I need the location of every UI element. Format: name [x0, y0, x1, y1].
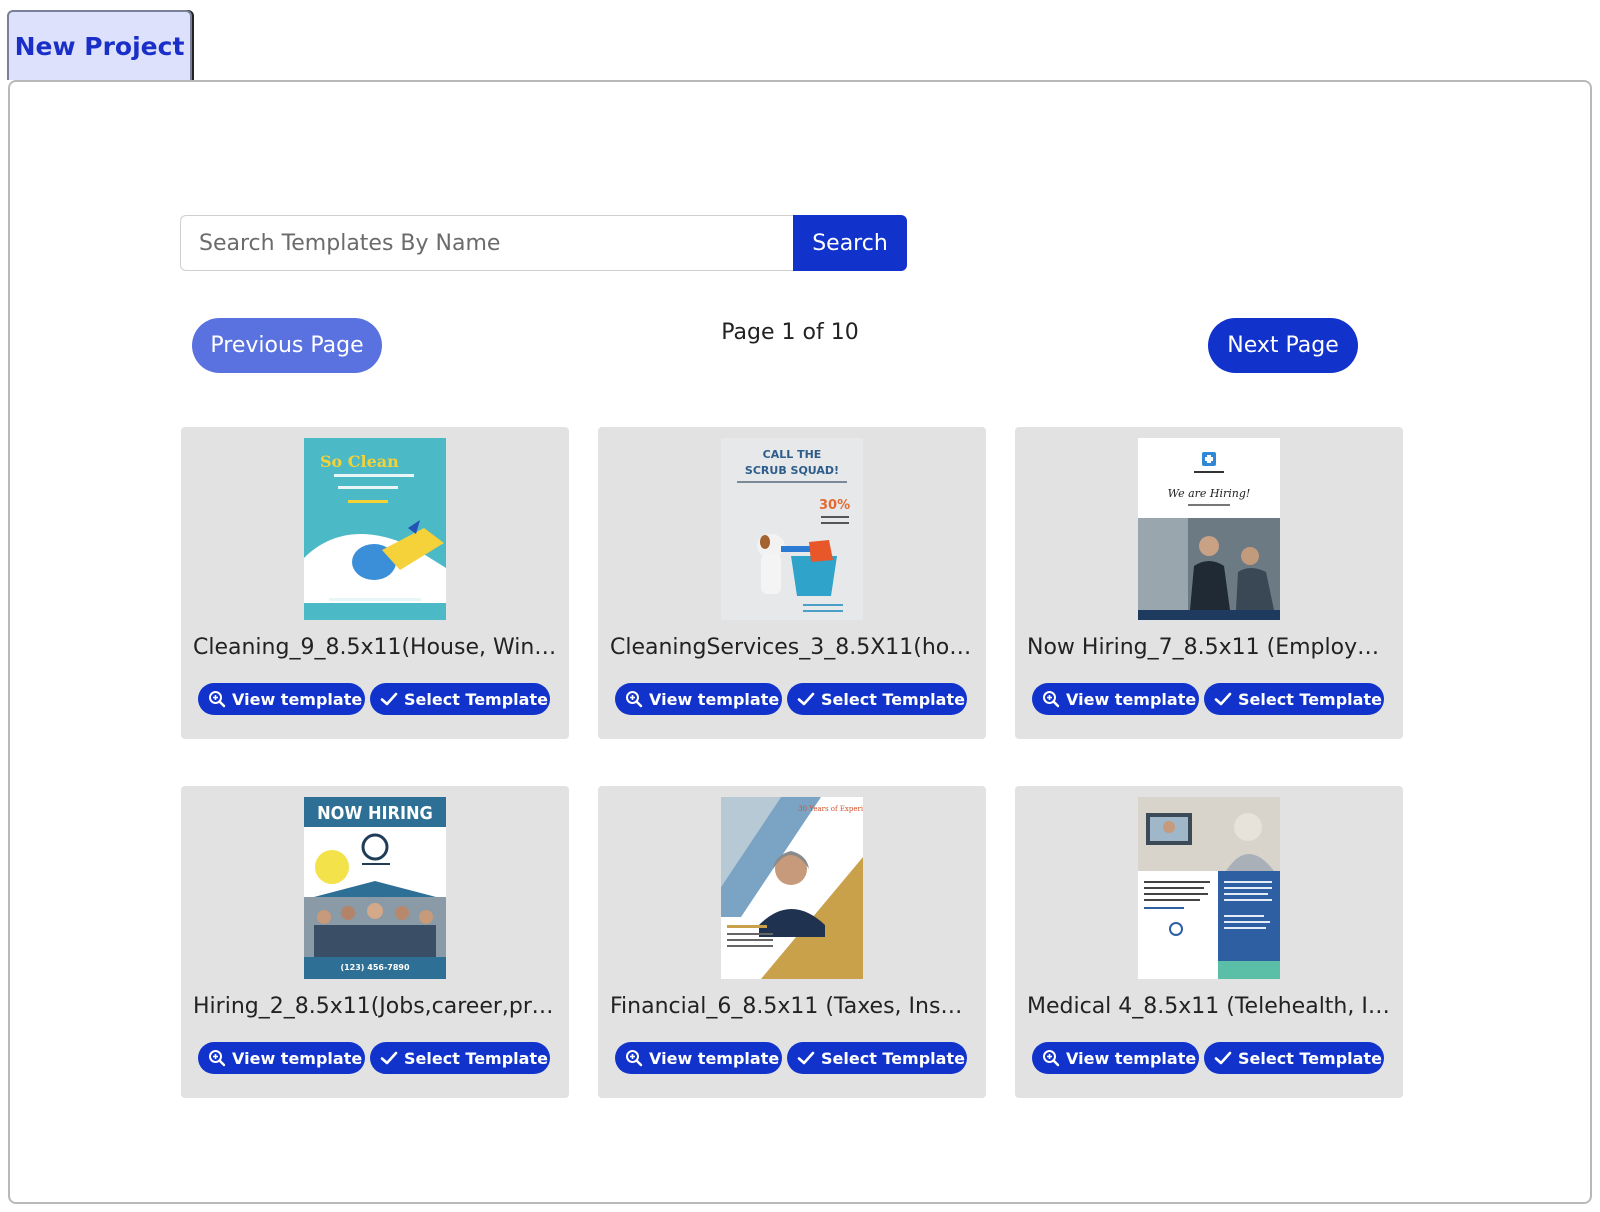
checkmark-icon	[797, 692, 815, 706]
thumb-heading: 30 Years of Experience	[798, 805, 863, 813]
template-card: CALL THE SCRUB SQUAD! 30% CleaningServic…	[598, 427, 986, 739]
template-title: Cleaning_9_8.5x11(House, Windows, Office…	[193, 635, 557, 660]
select-template-button[interactable]: Select Template	[787, 683, 967, 715]
select-template-label: Select Template	[404, 1048, 548, 1068]
template-title: Hiring_2_8.5x11(Jobs,career,professional…	[193, 994, 557, 1019]
thumb-badge: 30%	[819, 498, 850, 513]
thumb-heading: So Clean	[320, 452, 399, 471]
zoom-in-icon	[209, 1050, 226, 1067]
now-hiring-flyer-thumbnail[interactable]: NOW HIRING (123) 456-7890	[304, 797, 446, 979]
checkmark-icon	[380, 692, 398, 706]
select-template-label: Select Template	[1238, 689, 1382, 709]
zoom-in-icon	[1043, 1050, 1060, 1067]
zoom-in-icon	[626, 1050, 643, 1067]
next-page-button[interactable]: Next Page	[1208, 318, 1358, 373]
checkmark-icon	[1214, 692, 1232, 706]
template-card: Medical 4_8.5x11 (Telehealth, Insurance,…	[1015, 786, 1403, 1098]
select-template-label: Select Template	[1238, 1048, 1382, 1068]
select-template-button[interactable]: Select Template	[370, 683, 550, 715]
select-template-label: Select Template	[821, 689, 965, 709]
view-template-label: View template	[232, 689, 363, 709]
template-title: Financial_6_8.5x11 (Taxes, Insurance, Fi…	[610, 994, 974, 1019]
card-actions: View template Select Template	[198, 1042, 550, 1074]
zoom-in-icon	[209, 691, 226, 708]
thumb-footer: (123) 456-7890	[340, 963, 410, 972]
view-template-button[interactable]: View template	[198, 1042, 365, 1074]
tab-new-project[interactable]: New Project	[7, 10, 192, 80]
svg-text:SCRUB SQUAD!: SCRUB SQUAD!	[745, 464, 839, 477]
card-actions: View template Select Template	[198, 683, 550, 715]
previous-page-button[interactable]: Previous Page	[192, 318, 382, 373]
svg-text:CALL THE: CALL THE	[763, 448, 822, 461]
zoom-in-icon	[626, 691, 643, 708]
view-template-button[interactable]: View template	[615, 683, 782, 715]
view-template-button[interactable]: View template	[198, 683, 365, 715]
telehealth-flyer-thumbnail[interactable]	[1138, 797, 1280, 979]
template-title: Now Hiring_7_8.5x11 (Employment, Jobs)	[1027, 635, 1391, 660]
template-title: CleaningServices_3_8.5X11(house cleaning…	[610, 635, 974, 660]
view-template-label: View template	[649, 689, 780, 709]
template-card: We are Hiring! Now Hiring_7_8.5x11 (Empl…	[1015, 427, 1403, 739]
view-template-button[interactable]: View template	[1032, 1042, 1199, 1074]
search-bar: Search	[180, 215, 907, 271]
page-indicator: Page 1 of 10	[721, 320, 859, 345]
thumb-heading: We are Hiring!	[1168, 487, 1251, 500]
template-card: So Clean Cleaning_9_8.5x11(House, Window…	[181, 427, 569, 739]
view-template-label: View template	[1066, 1048, 1197, 1068]
card-actions: View template Select Template	[615, 1042, 967, 1074]
search-input[interactable]	[180, 215, 793, 271]
view-template-label: View template	[232, 1048, 363, 1068]
template-card: NOW HIRING (123) 456-7890 Hiring_2_8.5x1…	[181, 786, 569, 1098]
we-are-hiring-flyer-thumbnail[interactable]: We are Hiring!	[1138, 438, 1280, 620]
template-grid: So Clean Cleaning_9_8.5x11(House, Window…	[181, 427, 1403, 1098]
financial-flyer-thumbnail[interactable]: 30 Years of Experience	[721, 797, 863, 979]
view-template-button[interactable]: View template	[1032, 683, 1199, 715]
select-template-button[interactable]: Select Template	[1204, 683, 1384, 715]
checkmark-icon	[1214, 1051, 1232, 1065]
select-template-label: Select Template	[821, 1048, 965, 1068]
template-title: Medical 4_8.5x11 (Telehealth, Insurance,…	[1027, 994, 1391, 1019]
thumb-heading: NOW HIRING	[317, 803, 433, 824]
checkmark-icon	[797, 1051, 815, 1065]
template-panel: Search Previous Page Page 1 of 10 Next P…	[8, 80, 1592, 1204]
select-template-label: Select Template	[404, 689, 548, 709]
scrub-squad-flyer-thumbnail[interactable]: CALL THE SCRUB SQUAD! 30%	[721, 438, 863, 620]
card-actions: View template Select Template	[1032, 1042, 1384, 1074]
view-template-button[interactable]: View template	[615, 1042, 782, 1074]
search-button[interactable]: Search	[793, 215, 907, 271]
view-template-label: View template	[649, 1048, 780, 1068]
checkmark-icon	[380, 1051, 398, 1065]
cleaning-flyer-thumbnail[interactable]: So Clean	[304, 438, 446, 620]
template-card: 30 Years of Experience Financial_6_8.5x1…	[598, 786, 986, 1098]
select-template-button[interactable]: Select Template	[787, 1042, 967, 1074]
select-template-button[interactable]: Select Template	[370, 1042, 550, 1074]
select-template-button[interactable]: Select Template	[1204, 1042, 1384, 1074]
zoom-in-icon	[1043, 691, 1060, 708]
card-actions: View template Select Template	[615, 683, 967, 715]
view-template-label: View template	[1066, 689, 1197, 709]
card-actions: View template Select Template	[1032, 683, 1384, 715]
